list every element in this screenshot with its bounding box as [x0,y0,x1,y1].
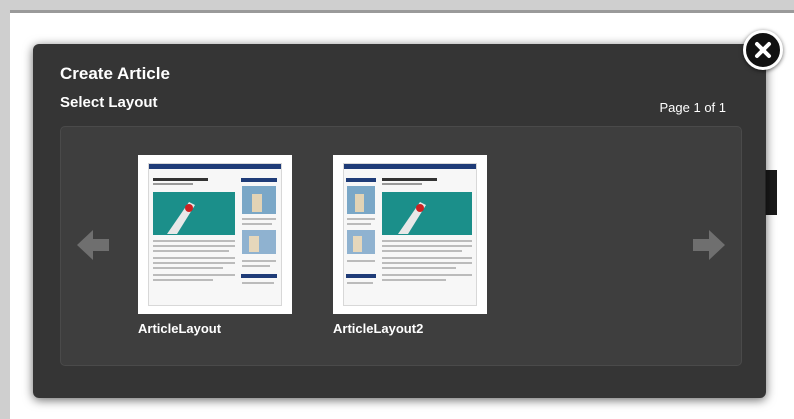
layout-thumbnail [333,155,487,314]
next-page-button[interactable] [689,225,729,265]
close-dialog-button[interactable] [743,30,783,70]
layout-label: ArticleLayout2 [333,321,424,336]
create-article-dialog: Create Article Select Layout Page 1 of 1 [33,44,766,398]
layout-thumbnail [138,155,292,314]
layout-card-article-layout[interactable]: ArticleLayout [138,155,292,336]
layout-preview-image [344,164,476,284]
arrow-left-icon [77,230,109,260]
layout-label: ArticleLayout [138,321,222,336]
layout-preview-image [149,164,281,284]
page-indicator: Page 1 of 1 [659,100,727,115]
layout-card-article-layout2[interactable]: ArticleLayout2 [333,155,487,336]
dialog-title: Create Article [60,64,170,83]
background-side-bar [765,170,777,215]
previous-page-button[interactable] [73,225,113,265]
arrow-right-icon [693,230,725,260]
background-header-bar [10,10,794,13]
dialog-subtitle: Select Layout [60,94,158,111]
close-icon [755,42,771,58]
layout-carousel: ArticleLayout ArticleLayout2 [60,126,742,366]
